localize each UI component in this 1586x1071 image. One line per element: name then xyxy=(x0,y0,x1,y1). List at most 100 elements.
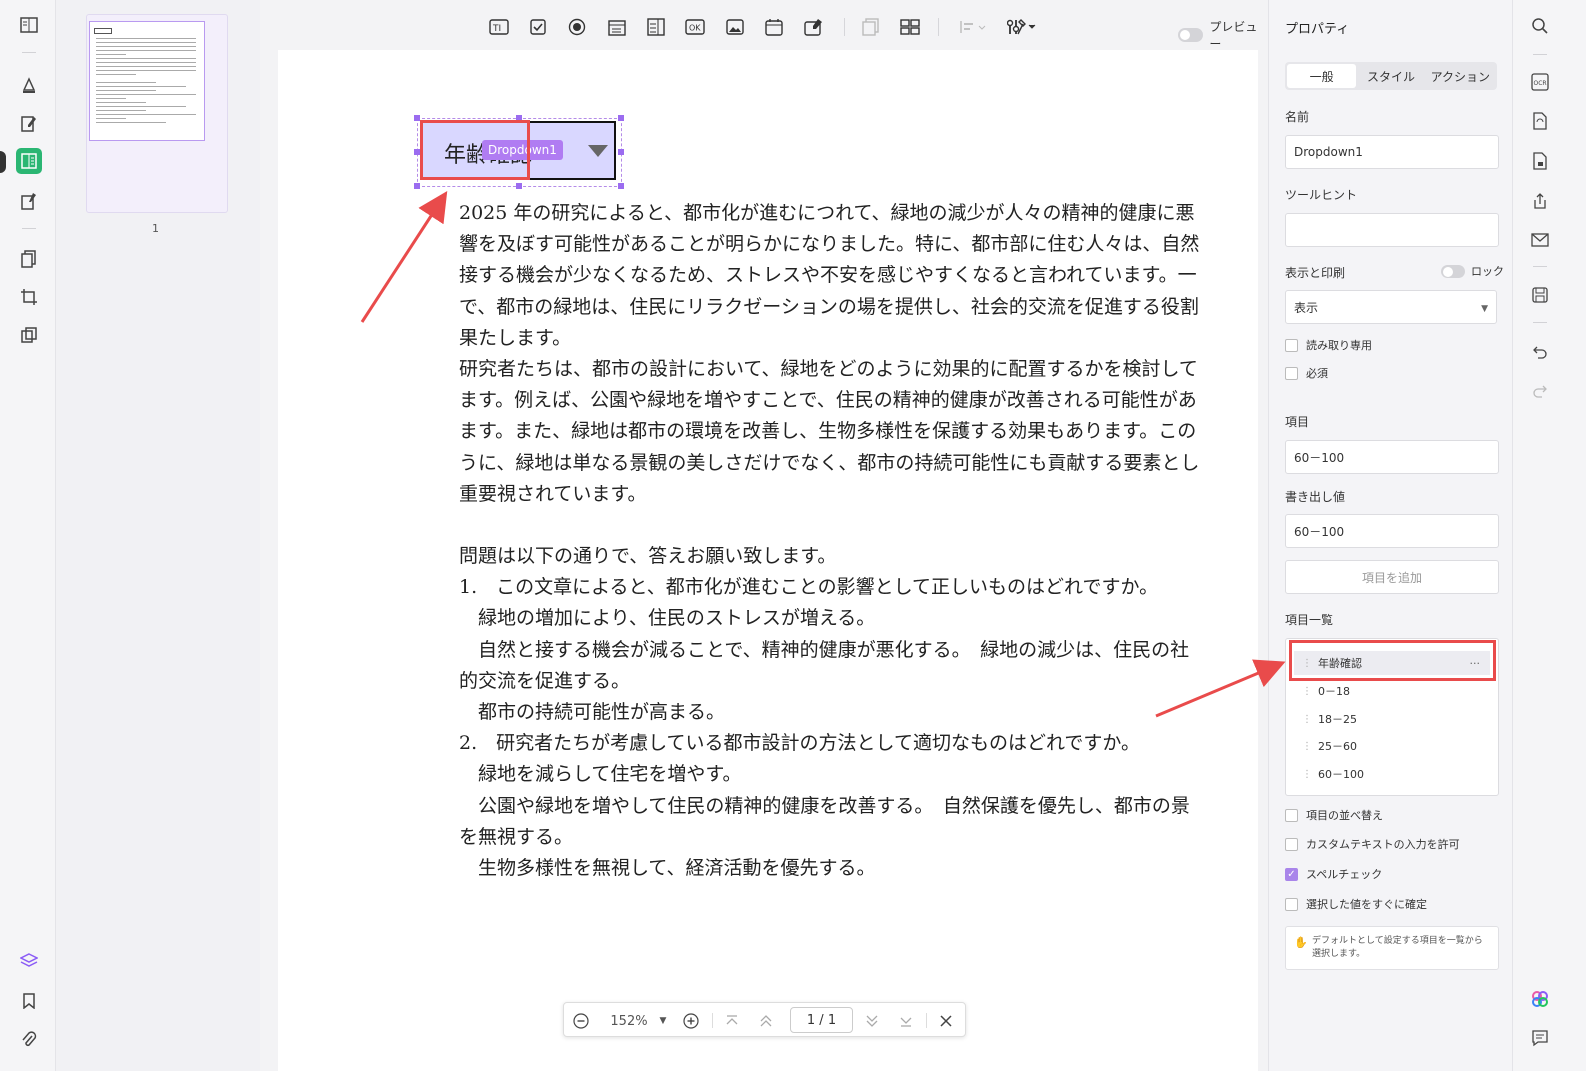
required-checkbox[interactable] xyxy=(1285,366,1298,380)
document-line xyxy=(459,510,1258,541)
document-line: 響を及ぼす可能性があることが明らかになりました。特に、都市部に住む人々は、自然 xyxy=(459,233,1200,256)
edit-pdf-icon[interactable] xyxy=(16,111,42,137)
list-item[interactable]: ⋮ 25－60 xyxy=(1294,734,1490,758)
resize-handle[interactable] xyxy=(516,183,522,189)
checkbox-icon[interactable] xyxy=(527,16,549,38)
left-tool-rail xyxy=(0,0,56,1071)
list-item[interactable]: ⋮ 60－100 xyxy=(1294,762,1490,786)
highlight-icon[interactable] xyxy=(16,72,42,98)
save-icon[interactable] xyxy=(1529,284,1551,306)
previous-page-icon[interactable] xyxy=(758,1012,774,1030)
zoom-dropdown-chevron-icon[interactable]: ▼ xyxy=(658,1012,668,1030)
tab-style[interactable]: スタイル xyxy=(1356,64,1425,88)
list-box-icon[interactable] xyxy=(645,16,667,38)
image-field-icon[interactable] xyxy=(724,16,746,38)
display-select[interactable]: 表示 ▼ xyxy=(1285,290,1497,324)
sign-icon[interactable] xyxy=(16,188,42,214)
custom-text-checkbox[interactable] xyxy=(1285,837,1298,851)
preview-toggle[interactable]: プレビュー xyxy=(1178,18,1268,52)
bookmark-icon[interactable] xyxy=(16,988,42,1014)
lock-switch[interactable] xyxy=(1441,264,1465,278)
readonly-checkbox[interactable] xyxy=(1285,338,1298,352)
item-field[interactable]: 60－100 xyxy=(1285,440,1499,474)
close-icon[interactable] xyxy=(938,1012,954,1030)
page-indicator[interactable]: 1 / 1 xyxy=(790,1007,853,1033)
page-thumbnail[interactable] xyxy=(86,14,228,213)
dropdown-arrow-icon[interactable] xyxy=(588,145,608,157)
comment-icon[interactable] xyxy=(1529,1027,1551,1049)
drag-handle-icon[interactable]: ⋮ xyxy=(1302,769,1312,780)
tab-action[interactable]: アクション xyxy=(1426,64,1495,88)
zoom-in-icon[interactable] xyxy=(682,1012,700,1030)
reader-mode-icon[interactable] xyxy=(16,12,42,38)
list-item[interactable]: ⋮ 0－18 xyxy=(1294,679,1490,703)
push-button-icon[interactable]: OK xyxy=(684,16,706,38)
drag-handle-icon[interactable]: ⋮ xyxy=(1302,741,1312,752)
protect-icon[interactable] xyxy=(1529,150,1551,172)
zoom-out-icon[interactable] xyxy=(572,1012,590,1030)
redo-icon[interactable] xyxy=(1529,380,1551,402)
zoom-bar: 152% ▼ 1 / 1 xyxy=(563,1002,966,1037)
last-page-icon[interactable] xyxy=(898,1012,914,1030)
readonly-option[interactable]: 読み取り専用 xyxy=(1285,337,1372,353)
tooltip-field[interactable] xyxy=(1285,213,1499,247)
list-item[interactable]: ⋮ 18－25 xyxy=(1294,707,1490,731)
ocr-icon[interactable]: OCR xyxy=(1529,71,1551,93)
preview-label: プレビュー xyxy=(1209,20,1258,51)
tab-general[interactable]: 一般 xyxy=(1287,64,1357,88)
name-field[interactable]: Dropdown1 xyxy=(1285,135,1499,169)
resize-handle[interactable] xyxy=(618,183,624,189)
required-option[interactable]: 必須 xyxy=(1285,365,1328,381)
export-value-field[interactable]: 60－100 xyxy=(1285,514,1499,548)
text-field-icon[interactable]: TI xyxy=(488,16,510,38)
ai-assistant-icon[interactable] xyxy=(1529,988,1551,1010)
resize-handle[interactable] xyxy=(414,183,420,189)
list-item-label: 18－25 xyxy=(1318,713,1357,726)
layers-icon[interactable] xyxy=(16,948,42,974)
form-icon[interactable] xyxy=(16,148,42,174)
document-line: うに、緑地は単なる景観の美しさだけでなく、都市の持続可能性にも貢献する要素とし xyxy=(459,451,1200,474)
svg-text:OCR: OCR xyxy=(1534,80,1547,87)
mail-icon[interactable] xyxy=(1529,229,1551,251)
commit-immediately-checkbox[interactable] xyxy=(1285,897,1298,911)
resize-handle[interactable] xyxy=(618,149,624,155)
preview-switch[interactable] xyxy=(1178,28,1204,42)
first-page-icon[interactable] xyxy=(724,1012,740,1030)
duplicate-field-icon[interactable] xyxy=(860,16,882,38)
document-line: 公園や緑地を増やして住民の精神的健康を改善する。 自然保護を優先し、都市の景 xyxy=(459,794,1190,817)
spellcheck-checkbox[interactable]: ✓ xyxy=(1285,867,1298,881)
share-icon[interactable] xyxy=(1529,190,1551,212)
search-icon[interactable] xyxy=(1529,15,1551,37)
panel-title: プロパティ xyxy=(1285,22,1350,37)
sort-items-option[interactable]: 項目の並べ替え xyxy=(1285,807,1383,823)
document-line: 2. 研究者たちが考慮している都市設計の方法として適切なものはどれですか。 xyxy=(459,732,1141,755)
crop-icon[interactable] xyxy=(16,284,42,310)
organize-pages-icon[interactable] xyxy=(16,246,42,272)
add-item-button[interactable]: 項目を追加 xyxy=(1285,560,1499,594)
grid-layout-icon[interactable] xyxy=(899,16,921,38)
display-select-value: 表示 xyxy=(1294,300,1319,315)
date-field-icon[interactable] xyxy=(763,16,785,38)
compare-icon[interactable] xyxy=(16,322,42,348)
drag-handle-icon[interactable]: ⋮ xyxy=(1302,686,1312,697)
radio-button-icon[interactable] xyxy=(566,16,588,38)
document-line: を無視する。 xyxy=(459,825,574,848)
undo-icon[interactable] xyxy=(1529,341,1551,363)
commit-immediately-option[interactable]: 選択した値をすぐに確定 xyxy=(1285,896,1427,912)
align-icon[interactable] xyxy=(958,16,988,38)
properties-panel: プロパティ 一般 スタイル アクション 名前 Dropdown1 ツールヒント … xyxy=(1268,0,1512,1071)
signature-field-icon[interactable] xyxy=(803,16,825,38)
display-print-label: 表示と印刷 xyxy=(1285,266,1346,280)
field-tools-icon[interactable] xyxy=(1006,16,1038,38)
convert-icon[interactable] xyxy=(1529,110,1551,132)
drag-handle-icon[interactable]: ⋮ xyxy=(1302,714,1312,725)
sort-items-checkbox[interactable] xyxy=(1285,808,1298,822)
zoom-level[interactable]: 152% xyxy=(606,1012,652,1030)
resize-handle[interactable] xyxy=(618,115,624,121)
attachment-icon[interactable] xyxy=(16,1027,42,1053)
custom-text-option[interactable]: カスタムテキストの入力を許可 xyxy=(1285,836,1460,852)
lock-toggle[interactable]: ロック xyxy=(1441,263,1504,279)
next-page-icon[interactable] xyxy=(864,1012,880,1030)
spellcheck-option[interactable]: ✓ スペルチェック xyxy=(1285,866,1382,882)
combo-box-icon[interactable] xyxy=(606,16,628,38)
